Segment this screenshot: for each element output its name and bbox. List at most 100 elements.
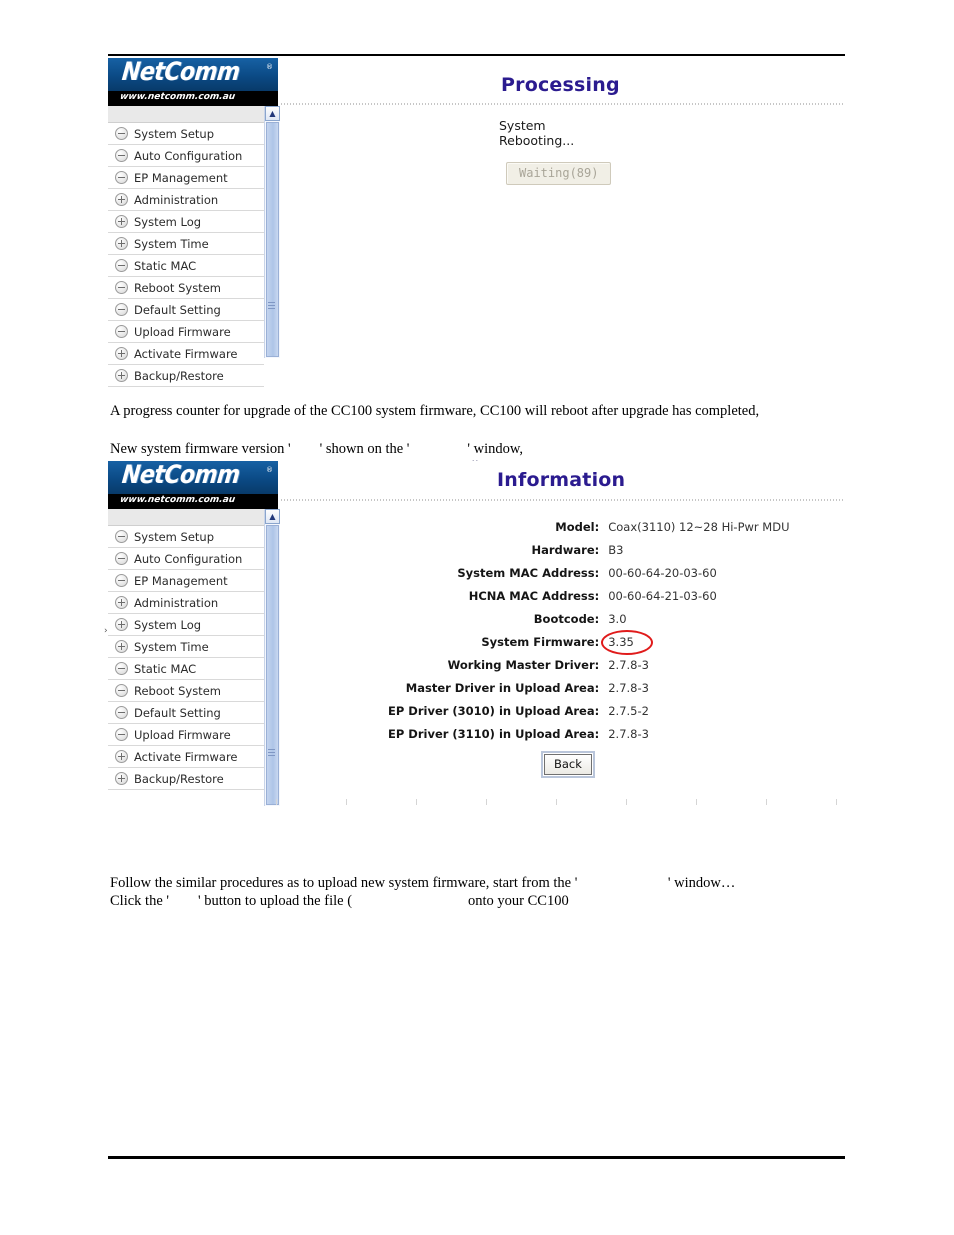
sidebar-item-static-mac[interactable]: Static MAC [108, 255, 264, 277]
table-row: EP Driver (3010) in Upload Area: 2.7.5-2 [388, 699, 790, 722]
sidebar-scrollbar[interactable]: ▲ [264, 509, 280, 806]
minus-circle-icon[interactable] [115, 552, 128, 565]
sidebar-item-static-mac[interactable]: Static MAC [108, 658, 264, 680]
table-row: HCNA MAC Address: 00-60-64-21-03-60 [388, 584, 790, 607]
sidebar-item-label: System Setup [134, 529, 215, 544]
plus-circle-icon[interactable] [115, 772, 128, 785]
logo-url-bar: www.netcomm.com.au [108, 494, 278, 509]
tick-mark [486, 799, 487, 805]
sidebar-item-label: Activate Firmware [134, 749, 238, 764]
sidebar-item-label: Activate Firmware [134, 346, 238, 361]
body-paragraph-1: A progress counter for upgrade of the CC… [110, 403, 760, 419]
sidebar-item-administration[interactable]: Administration [108, 592, 264, 614]
info-label: Hardware: [531, 542, 600, 557]
plus-circle-icon[interactable] [115, 596, 128, 609]
scroll-up-arrow-icon[interactable]: ▲ [265, 509, 280, 524]
minus-circle-icon[interactable] [115, 171, 128, 184]
sidebar-item-label: System Setup [134, 126, 215, 141]
plus-circle-icon[interactable] [115, 215, 128, 228]
sidebar-item-system-log[interactable]: System Log [108, 211, 264, 233]
plus-circle-icon[interactable] [115, 369, 128, 382]
sidebar-item-auto-configuration[interactable]: Auto Configuration [108, 145, 264, 167]
info-value-text: 00-60-64-21-03-60 [608, 588, 717, 603]
table-row: Working Master Driver: 2.7.8-3 [388, 653, 790, 676]
sidebar-item-label: Administration [134, 595, 219, 610]
navigation-sidebar: System Setup Auto Configuration EP Managem… [108, 106, 264, 387]
plus-circle-icon[interactable] [115, 618, 128, 631]
minus-circle-icon[interactable] [115, 530, 128, 543]
logo-wordmark: NetComm [120, 58, 241, 87]
info-value: 3.0 [608, 607, 789, 630]
sidebar-item-label: Reboot System [134, 280, 221, 295]
sidebar-item-label: Auto Configuration [134, 148, 243, 163]
info-value: 00-60-64-21-03-60 [608, 584, 789, 607]
minus-circle-icon[interactable] [115, 728, 128, 741]
info-label: Model: [555, 519, 600, 534]
minus-circle-icon[interactable] [115, 574, 128, 587]
info-label: Bootcode: [533, 611, 600, 626]
minus-circle-icon[interactable] [115, 325, 128, 338]
sidebar-item-ep-management[interactable]: EP Management [108, 167, 264, 189]
minus-circle-icon[interactable] [115, 662, 128, 675]
sidebar-header-strip [108, 509, 264, 526]
sidebar-item-backup-restore[interactable]: Backup/Restore [108, 365, 264, 387]
scroll-up-arrow-icon[interactable]: ▲ [265, 106, 280, 121]
info-value-text: 3.35 [608, 634, 634, 649]
sidebar-item-ep-management[interactable]: EP Management [108, 570, 264, 592]
sidebar-item-system-setup[interactable]: System Setup [108, 123, 264, 145]
minus-circle-icon[interactable] [115, 149, 128, 162]
sidebar-item-reboot-system[interactable]: Reboot System [108, 680, 264, 702]
sidebar-item-administration[interactable]: Administration [108, 189, 264, 211]
body-paragraph-3: Follow the similar procedures as to uplo… [110, 875, 736, 891]
waiting-button[interactable]: Waiting(89) [506, 162, 612, 185]
sidebar-item-upload-firmware[interactable]: Upload Firmware [108, 321, 264, 343]
scrollbar-thumb[interactable] [266, 122, 279, 357]
plus-circle-icon[interactable] [115, 237, 128, 250]
sidebar-item-system-time[interactable]: System Time [108, 233, 264, 255]
minus-circle-icon[interactable] [115, 303, 128, 316]
sidebar-item-label: EP Management [134, 573, 228, 588]
minus-circle-icon[interactable] [115, 684, 128, 697]
info-label: HCNA MAC Address: [468, 588, 600, 603]
sidebar-item-system-time[interactable]: System Time [108, 636, 264, 658]
sidebar-item-system-log[interactable]: System Log [108, 614, 264, 636]
sidebar-item-upload-firmware[interactable]: Upload Firmware [108, 724, 264, 746]
info-value: 2.7.8-3 [608, 676, 789, 699]
minus-circle-icon[interactable] [115, 127, 128, 140]
sidebar-item-system-setup[interactable]: System Setup [108, 526, 264, 548]
body-paragraph-2: New system firmware version ' ' shown on… [110, 441, 524, 457]
minus-circle-icon[interactable] [115, 259, 128, 272]
sidebar-item-label: System Time [134, 639, 209, 654]
plus-circle-icon[interactable] [115, 193, 128, 206]
logo-url-text: www.netcomm.com.au [119, 495, 236, 505]
sidebar-item-auto-configuration[interactable]: Auto Configuration [108, 548, 264, 570]
tick-mark [556, 799, 557, 805]
minus-circle-icon[interactable] [115, 706, 128, 719]
info-value: 2.7.8-3 [608, 722, 789, 745]
info-value-text: 2.7.5-2 [608, 703, 649, 718]
sidebar-item-label: Auto Configuration [134, 551, 243, 566]
sidebar-item-label: System Log [134, 214, 202, 229]
sidebar-item-reboot-system[interactable]: Reboot System [108, 277, 264, 299]
sidebar-item-default-setting[interactable]: Default Setting [108, 702, 264, 724]
sidebar-header-strip [108, 106, 264, 123]
device-information-table: Model: Coax(3110) 12~28 Hi-Pwr MDU Hardwar… [388, 515, 790, 745]
sidebar-item-backup-restore[interactable]: Backup/Restore [108, 768, 264, 790]
sidebar-item-default-setting[interactable]: Default Setting [108, 299, 264, 321]
scrollbar-thumb[interactable] [266, 525, 279, 805]
info-value: 3.35 [601, 630, 789, 655]
plus-circle-icon[interactable] [115, 347, 128, 360]
info-value: Coax(3110) 12~28 Hi-Pwr MDU [608, 515, 789, 538]
sidebar-item-label: Static MAC [134, 661, 197, 676]
back-button[interactable]: Back [541, 751, 595, 778]
info-label: Working Master Driver: [447, 657, 600, 672]
sidebar-scrollbar[interactable]: ▲ [264, 106, 280, 358]
minus-circle-icon[interactable] [115, 281, 128, 294]
info-value-text: 2.7.8-3 [608, 726, 649, 741]
logo-url-bar: www.netcomm.com.au [108, 91, 278, 106]
sidebar-item-activate-firmware[interactable]: Activate Firmware [108, 343, 264, 365]
plus-circle-icon[interactable] [115, 640, 128, 653]
plus-circle-icon[interactable] [115, 750, 128, 763]
sidebar-item-activate-firmware[interactable]: Activate Firmware [108, 746, 264, 768]
tick-mark [766, 799, 767, 805]
